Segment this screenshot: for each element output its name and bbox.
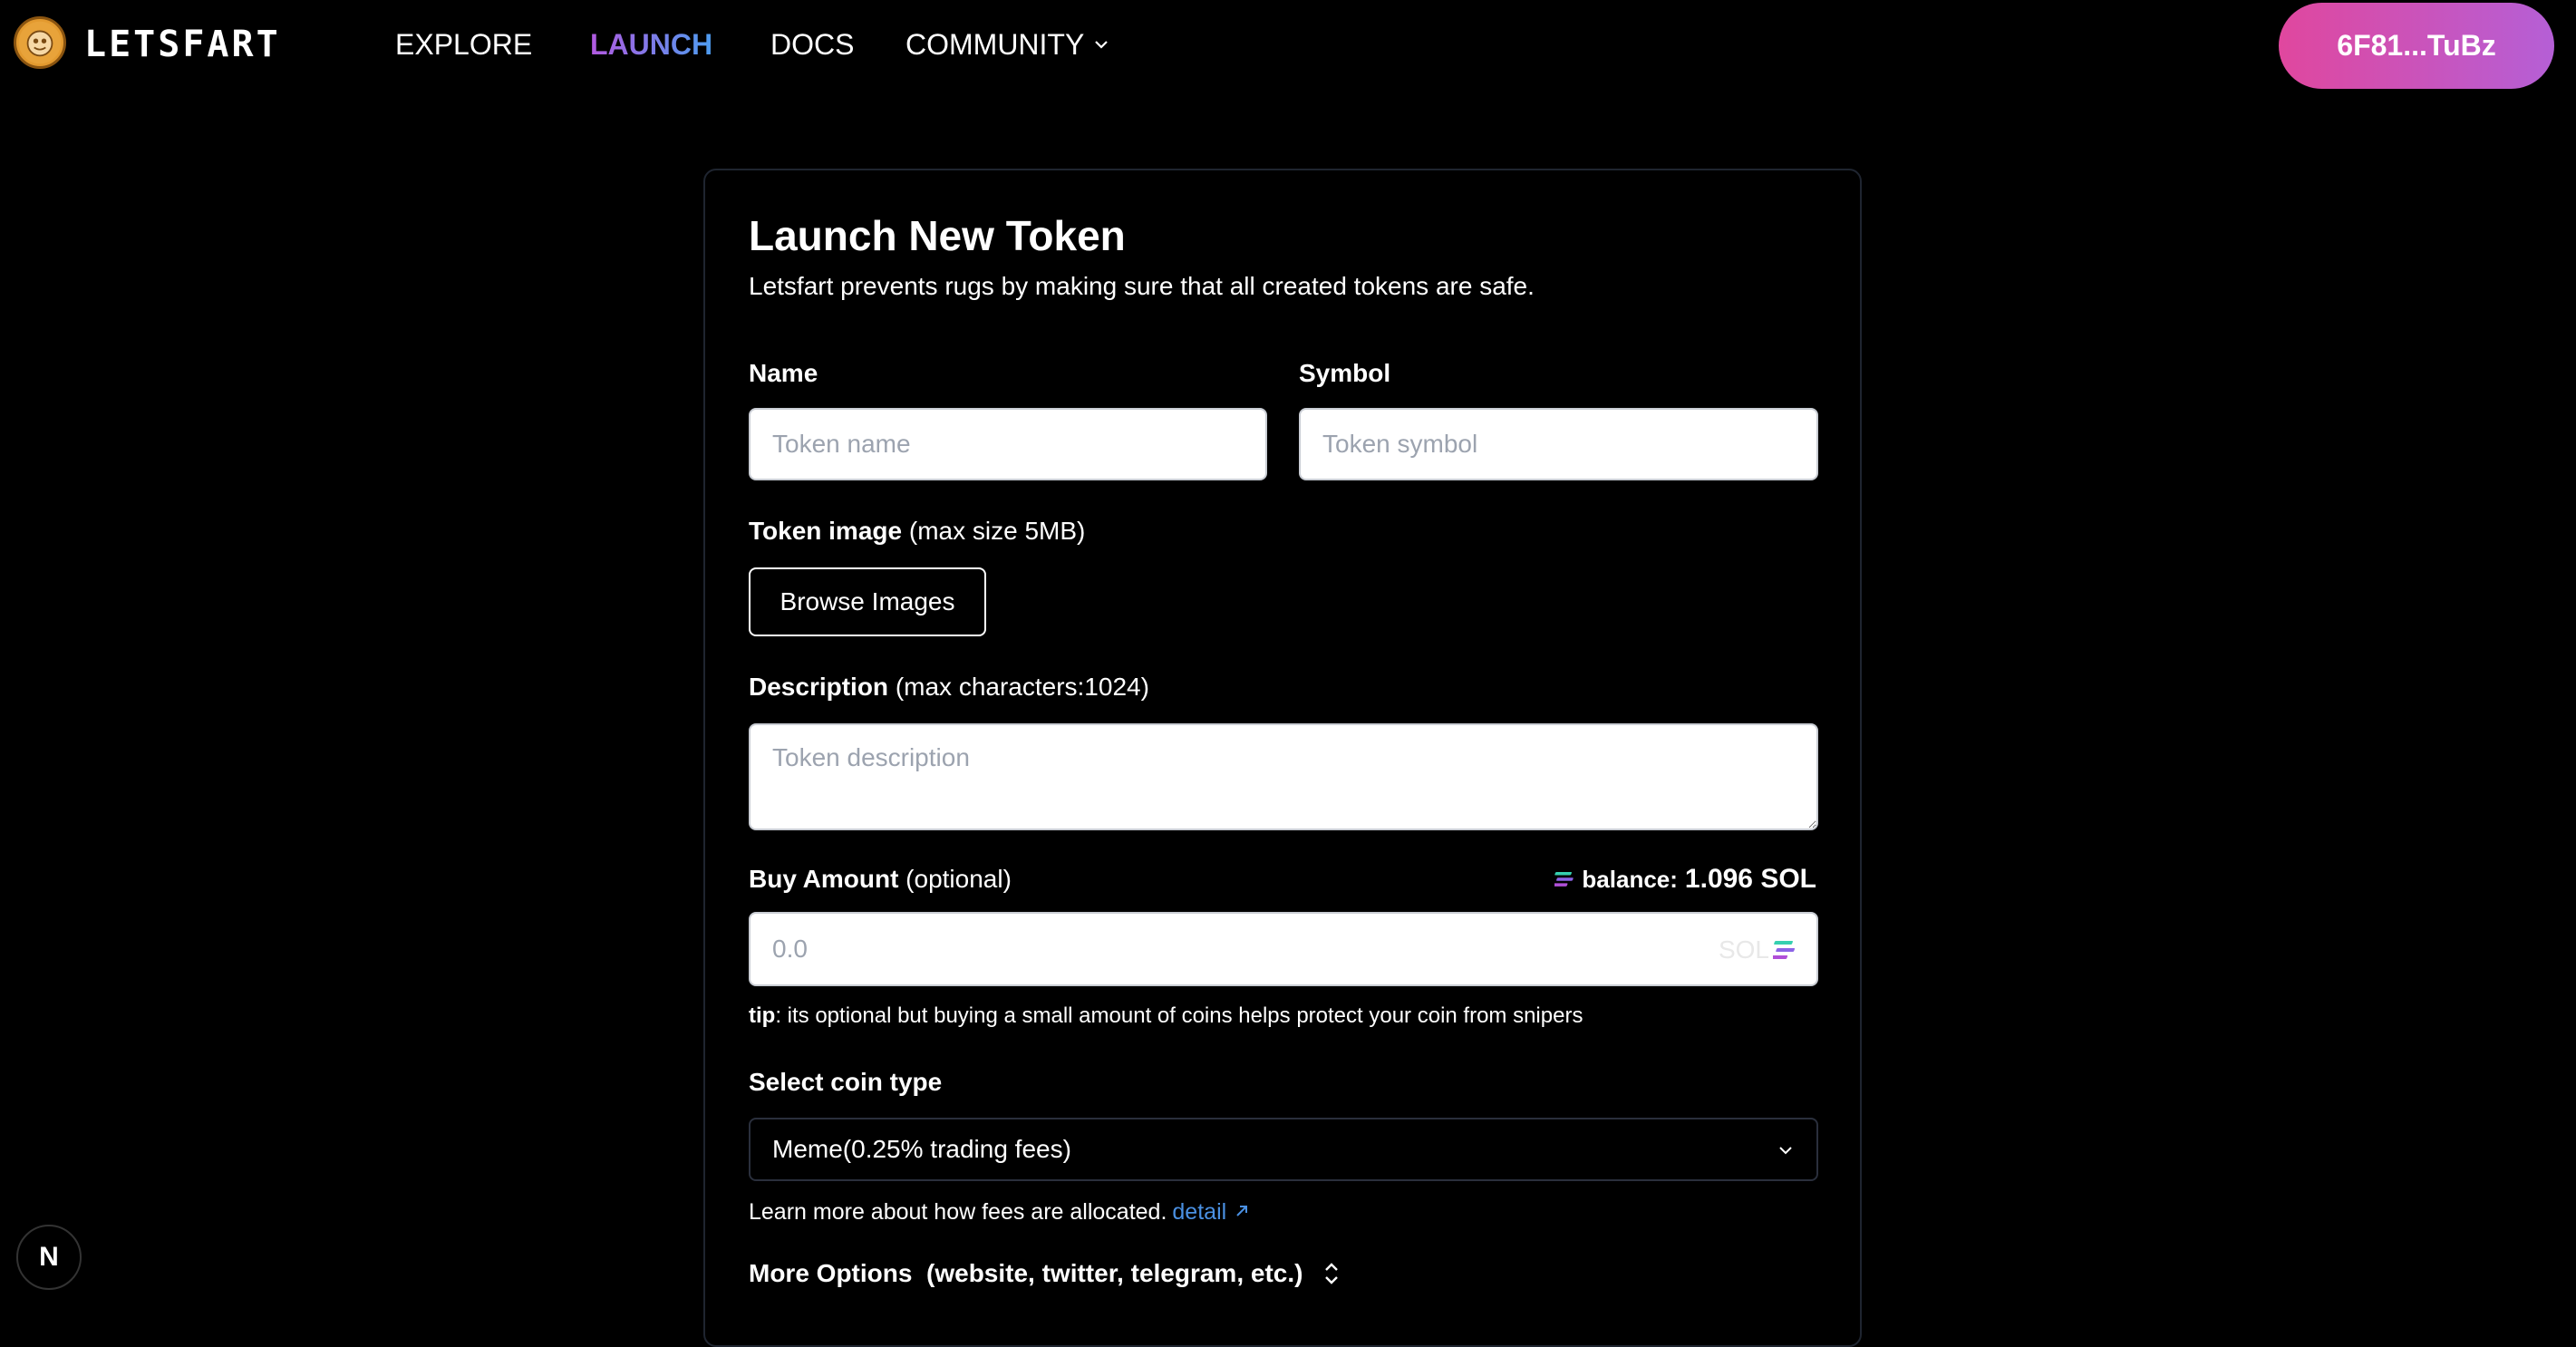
nav-community[interactable]: COMMUNITY xyxy=(905,25,1109,63)
sort-updown-icon xyxy=(1325,1263,1339,1284)
launch-token-card: Launch New Token Letsfart prevents rugs … xyxy=(703,169,1862,1347)
balance-value: 1.096 SOL xyxy=(1684,864,1816,894)
buy-amount-label-text: Buy Amount xyxy=(749,865,899,893)
description-label: Description (max characters:1024) xyxy=(749,671,1149,703)
buy-amount-label: Buy Amount (optional) xyxy=(749,863,1012,896)
learn-more-text: Learn more about how fees are allocated. xyxy=(749,1199,1167,1225)
wallet-button[interactable]: 6F81...TuBz xyxy=(2279,3,2554,89)
more-options-label: More Options xyxy=(749,1259,913,1287)
buy-amount-unit: SOL xyxy=(1718,935,1769,964)
coin-type-selected: Meme(0.25% trading fees) xyxy=(772,1135,1071,1163)
nav-community-label: COMMUNITY xyxy=(905,28,1085,61)
detail-link[interactable]: detail xyxy=(1172,1199,1251,1225)
browse-images-button[interactable]: Browse Images xyxy=(749,567,986,636)
token-image-label: Token image (max size 5MB) xyxy=(749,515,1085,548)
chevron-down-icon xyxy=(1095,40,1109,49)
external-arrow-icon xyxy=(1236,1206,1248,1217)
page-subtitle: Letsfart prevents rugs by making sure th… xyxy=(749,272,1535,300)
buy-tip: tip: its optional but buying a small amo… xyxy=(749,1003,1583,1030)
nav-explore[interactable]: EXPLORE xyxy=(395,25,532,63)
symbol-label: Symbol xyxy=(1299,359,1391,387)
buy-amount-note: (optional) xyxy=(905,865,1012,893)
page-title: Launch New Token xyxy=(749,212,1126,259)
nav-launch[interactable]: LAUNCH xyxy=(590,25,712,63)
token-image-note: (max size 5MB) xyxy=(908,517,1086,545)
chevron-down-icon xyxy=(1779,1147,1792,1155)
coin-type-select[interactable]: Meme(0.25% trading fees) xyxy=(749,1118,1818,1181)
next-badge-icon[interactable]: N xyxy=(16,1225,82,1290)
token-name-input[interactable] xyxy=(749,408,1267,480)
token-image-label-text: Token image xyxy=(749,517,903,545)
more-options-note: (website, twitter, telegram, etc.) xyxy=(926,1259,1303,1287)
name-label: Name xyxy=(749,359,818,387)
token-symbol-input[interactable] xyxy=(1299,408,1818,480)
brand-name[interactable]: LETSFART xyxy=(84,22,281,67)
token-description-input[interactable] xyxy=(749,723,1818,830)
buy-amount-input[interactable] xyxy=(749,912,1818,986)
tip-label: tip xyxy=(749,1003,776,1028)
detail-link-text: detail xyxy=(1172,1199,1227,1225)
solana-icon xyxy=(1554,872,1574,887)
coin-type-label: Select coin type xyxy=(749,1068,943,1096)
solana-icon xyxy=(1773,941,1796,959)
balance-display: balance: 1.096 SOL xyxy=(1554,863,1816,896)
nav-docs[interactable]: DOCS xyxy=(770,25,854,63)
description-label-text: Description xyxy=(749,673,889,701)
tip-text: : its optional but buying a small amount… xyxy=(775,1003,1583,1028)
fees-learn-more: Learn more about how fees are allocated.… xyxy=(749,1197,1251,1226)
logo-icon[interactable] xyxy=(14,16,66,69)
description-note: (max characters:1024) xyxy=(895,673,1149,701)
more-options-toggle[interactable]: More Options (website, twitter, telegram… xyxy=(749,1257,1341,1290)
balance-label: balance: xyxy=(1582,866,1678,893)
